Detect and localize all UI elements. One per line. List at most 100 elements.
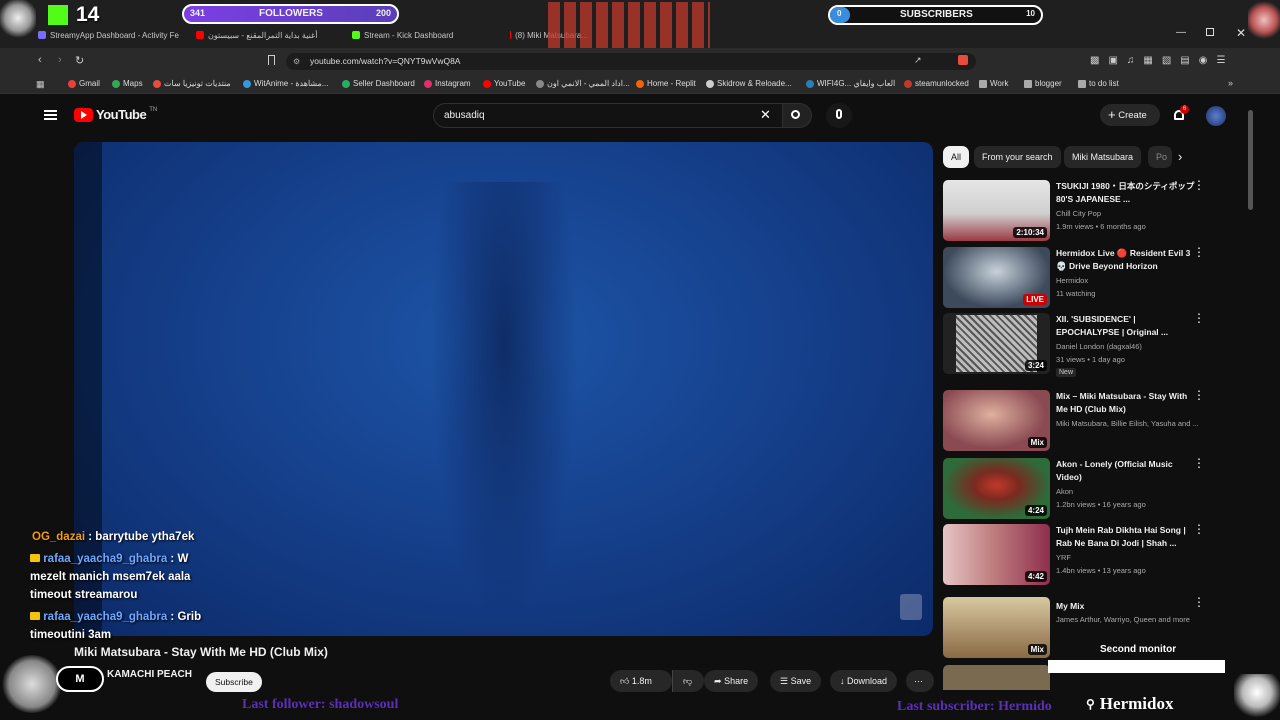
video-title[interactable]: Hermidox Live 🔴 Resident Evil 3 💀 Drive … <box>1056 247 1200 273</box>
channel-name[interactable]: James Arthur, Warriyo, Queen and more <box>1056 615 1206 624</box>
back-icon[interactable]: ‹ <box>38 54 42 66</box>
search-input[interactable]: abusadiq <box>433 103 783 128</box>
video-title[interactable]: Akon - Lonely (Official Music Video) <box>1056 458 1200 484</box>
video-title[interactable]: Tujh Mein Rab Dikhta Hai Song | Rab Ne B… <box>1056 524 1200 550</box>
bookmark-todo[interactable]: to do list <box>1078 79 1119 88</box>
video-title[interactable]: Mix – Miki Matsubara - Stay With Me HD (… <box>1056 390 1200 416</box>
hamburger-menu-icon[interactable] <box>44 110 57 120</box>
video-thumbnail[interactable]: 4:24 <box>943 458 1050 519</box>
channel-name[interactable]: Miki Matsubara, Billie Eilish, Yasuha an… <box>1056 419 1206 428</box>
clear-search-icon[interactable]: ✕ <box>760 107 771 123</box>
like-button[interactable]: 👍︎ 1.8m <box>610 670 672 692</box>
bookmark-seller-dashboard[interactable]: Seller Dashboard <box>342 79 415 88</box>
channel-name[interactable]: KAMACHI PEACH <box>107 669 192 680</box>
recommendation-item[interactable]: LIVE Hermidox Live 🔴 Resident Evil 3 💀 D… <box>943 246 1243 309</box>
chip-partial[interactable]: Po <box>1148 146 1172 168</box>
recommendation-item[interactable]: 4:24 Akon - Lonely (Official Music Video… <box>943 457 1243 520</box>
youtube-logo[interactable]: YouTube TN <box>74 107 157 122</box>
partial-thumbnail[interactable] <box>943 665 1050 690</box>
chevron-right-icon[interactable]: › <box>1178 149 1182 164</box>
bookmark-maps[interactable]: Maps <box>112 79 143 88</box>
bookmark-witanime[interactable]: WitAnime - مشاهدة... <box>243 79 328 88</box>
share-button[interactable]: ➦ Share <box>704 670 759 692</box>
minimize-icon[interactable]: — <box>1176 27 1186 38</box>
share-label: Share <box>724 676 749 686</box>
bookmark-gmail[interactable]: Gmail <box>68 79 100 88</box>
bookmark-instagram[interactable]: Instagram <box>424 79 471 88</box>
subscribers-current: 0 <box>837 9 842 18</box>
tab-label: StreamyApp Dashboard - Activity Fe <box>50 30 179 40</box>
more-actions-button[interactable]: ⋯ <box>906 670 934 692</box>
streamyapp-icon <box>38 31 46 39</box>
more-options-icon[interactable]: ⋮ <box>1193 523 1205 535</box>
bookmark-tunisia-sat[interactable]: منتديات تونيزيا سات <box>153 79 231 88</box>
bookmark-youtube[interactable]: YouTube <box>483 79 525 88</box>
apps-grid-icon[interactable]: ▦ <box>36 79 45 90</box>
avatar[interactable] <box>1206 106 1226 126</box>
close-window-icon[interactable]: ✕ <box>1236 26 1246 40</box>
restore-icon[interactable] <box>1206 28 1214 36</box>
recommendation-item[interactable]: 4:42 Tujh Mein Rab Dikhta Hai Song | Rab… <box>943 523 1243 586</box>
tab-spacetoon[interactable]: أغنية بداية التمرالمقنع - سبيستون <box>196 28 338 42</box>
tab-streamyapp[interactable]: StreamyApp Dashboard - Activity Fe <box>38 28 180 42</box>
forward-icon[interactable]: › <box>58 54 62 66</box>
chip-from-your-search[interactable]: From your search <box>974 146 1061 168</box>
bookmark-anime[interactable]: اداد الممي - الانمي اون... <box>536 79 630 88</box>
extension-icon[interactable] <box>958 55 968 65</box>
brand-name: Hermidox <box>1099 694 1174 713</box>
more-options-icon[interactable]: ⋮ <box>1193 246 1205 258</box>
video-title[interactable]: XII. 'SUBSIDENCE' | EPOCHALYPSE | Origin… <box>1056 313 1200 339</box>
more-options-icon[interactable]: ⋮ <box>1193 389 1205 401</box>
channel-name[interactable]: Akon <box>1056 487 1206 496</box>
voice-search-button[interactable] <box>826 103 852 128</box>
more-options-icon[interactable]: ⋮ <box>1193 312 1205 324</box>
recommendation-item[interactable]: Mix My Mix James Arthur, Warriyo, Queen … <box>943 596 1243 659</box>
tab-kick-dashboard[interactable]: Stream - Kick Dashboard <box>352 28 494 42</box>
video-thumbnail[interactable]: 2:10:34 <box>943 180 1050 241</box>
chat-badge-icon <box>30 554 40 562</box>
bookmark-blogger[interactable]: blogger <box>1024 79 1062 88</box>
channel-name[interactable]: YRF <box>1056 553 1206 562</box>
recommendation-item[interactable]: 3:24 XII. 'SUBSIDENCE' | EPOCHALYPSE | O… <box>943 312 1243 377</box>
bookmark-wifi4games[interactable]: WIFI4G... العاب وايفاي <box>806 79 895 88</box>
bookmark-skidrow[interactable]: Skidrow & Reloade... <box>706 79 792 88</box>
bookmark-replit[interactable]: Home - Replit <box>636 79 696 88</box>
more-bookmarks-icon[interactable]: » <box>1228 78 1233 88</box>
save-button[interactable]: ☰ Save <box>770 670 822 692</box>
notifications-button[interactable]: 6 <box>1172 105 1190 124</box>
live-badge: LIVE <box>1023 294 1047 305</box>
bookmark-steamunlocked[interactable]: steamunlocked <box>904 79 969 88</box>
followers-current: 341 <box>190 8 206 18</box>
video-title[interactable]: My Mix <box>1056 600 1200 613</box>
more-options-icon[interactable]: ⋮ <box>1193 179 1205 191</box>
more-options-icon[interactable]: ⋮ <box>1193 457 1205 469</box>
search-icon <box>791 110 800 119</box>
video-thumbnail[interactable]: Mix <box>943 390 1050 451</box>
download-button[interactable]: ↓ Download <box>830 670 898 692</box>
bookmark-work[interactable]: Work <box>979 79 1009 88</box>
kick-k-icon: ⚲ <box>1086 697 1095 711</box>
video-title[interactable]: TSUKIJI 1980・日本のシティポップ 80'S JAPANESE ... <box>1056 180 1200 206</box>
chip-miki-matsubara[interactable]: Miki Matsubara <box>1064 146 1142 168</box>
chip-all[interactable]: All <box>943 146 970 168</box>
channel-name[interactable]: Hermidox <box>1056 276 1206 285</box>
create-button[interactable]: + Create <box>1100 104 1160 126</box>
video-thumbnail[interactable]: 3:24 <box>943 313 1050 374</box>
video-thumbnail[interactable]: Mix <box>943 597 1050 658</box>
channel-name[interactable]: Daniel London (dagxal46) <box>1056 342 1206 351</box>
more-options-icon[interactable]: ⋮ <box>1193 596 1205 608</box>
channel-name[interactable]: Chill City Pop <box>1056 209 1206 218</box>
scrollbar[interactable] <box>1248 110 1253 210</box>
subscribe-button[interactable]: Subscribe <box>206 672 262 692</box>
create-label: Create <box>1118 110 1147 121</box>
video-thumbnail[interactable]: LIVE <box>943 247 1050 308</box>
share-page-icon[interactable]: ↗ <box>914 55 922 66</box>
recommendation-item[interactable]: Mix Mix – Miki Matsubara - Stay With Me … <box>943 389 1243 452</box>
video-thumbnail[interactable]: 4:42 <box>943 524 1050 585</box>
dislike-button[interactable]: 👎︎ <box>672 670 704 692</box>
reload-icon[interactable]: ↻ <box>75 54 84 67</box>
recommendation-item[interactable]: 2:10:34 TSUKIJI 1980・日本のシティポップ 80'S JAPA… <box>943 179 1243 242</box>
bookmark-star-icon[interactable] <box>268 55 275 65</box>
search-button[interactable] <box>783 103 812 128</box>
url-field[interactable]: ⚙ youtube.com/watch?v=QNYT9wVwQ8A <box>286 53 976 70</box>
